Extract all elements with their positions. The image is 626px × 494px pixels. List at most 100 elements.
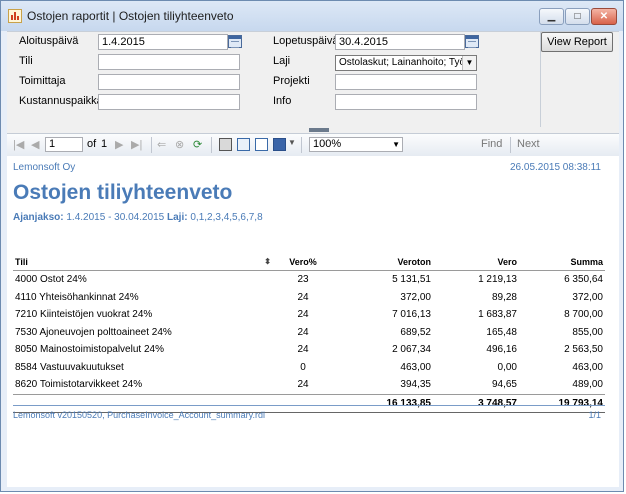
next-page-icon[interactable]: ▶: [115, 138, 123, 151]
close-button[interactable]: ✕: [591, 8, 617, 25]
report-period: Ajanjakso: 1.4.2015 - 30.04.2015 Laji: 0…: [13, 212, 263, 223]
first-page-icon[interactable]: |◀: [13, 138, 24, 151]
footer-divider: [13, 405, 605, 406]
params-splitter[interactable]: [7, 127, 619, 134]
refresh-icon[interactable]: ⟳: [193, 138, 202, 151]
cell-account: 7530 Ajoneuvojen polttoaineet 24%: [15, 326, 172, 338]
print-icon[interactable]: [219, 138, 232, 151]
back-icon[interactable]: ⇐: [157, 138, 166, 151]
view-report-button[interactable]: View Report: [541, 32, 613, 52]
end-calendar-icon[interactable]: [465, 35, 479, 48]
footer-version: Lemonsoft v20150520, PurchaseInvoice_Acc…: [13, 410, 265, 420]
type-filter-label: Laji:: [167, 212, 188, 223]
period-value: 1.4.2015 - 30.04.2015: [66, 212, 165, 223]
type-label: Laji: [273, 55, 291, 67]
cell-total: 463,00: [572, 361, 603, 373]
cost-center-input[interactable]: [98, 94, 240, 110]
cell-account: 4000 Ostot 24%: [15, 274, 87, 286]
export-dropdown-icon[interactable]: ▼: [288, 138, 296, 147]
cell-vat-percent: 24: [297, 291, 309, 303]
account-input[interactable]: [98, 54, 240, 70]
print-layout-icon[interactable]: [237, 138, 250, 151]
cell-net: 463,00: [400, 361, 431, 373]
title-bar: Ostojen raportit | Ostojen tiliyhteenvet…: [1, 1, 623, 31]
report-body: Lemonsoft Oy 26.05.2015 08:38:11 Ostojen…: [7, 156, 619, 487]
toolbar-separator: [211, 137, 212, 153]
cell-account: 4110 Yhteisöhankinnat 24%: [15, 291, 139, 303]
zoom-select[interactable]: 100% ▼: [309, 137, 403, 152]
chevron-down-icon: ▼: [392, 140, 400, 149]
col-header-vat: Vero: [433, 253, 519, 271]
report-toolbar: |◀ ◀ 1 of 1 ▶ ▶| ⇐ ⊗ ⟳ ▼ 100% ▼ Find Nex…: [7, 134, 619, 157]
parameters-panel: Aloituspäivä 1.4.2015 Lopetuspäivä 30.4.…: [7, 31, 619, 128]
cell-total: 6 350,64: [564, 274, 603, 286]
cell-account: 7210 Kiinteistöjen vuokrat 24%: [15, 309, 153, 321]
cell-vat-percent: 24: [297, 326, 309, 338]
start-date-label: Aloituspäivä: [19, 35, 79, 47]
app-chart-icon: [8, 9, 22, 23]
start-date-input[interactable]: 1.4.2015: [98, 34, 228, 50]
type-select[interactable]: Ostolaskut; Lainanhoito; Työna ▼: [335, 55, 477, 71]
start-calendar-icon[interactable]: [228, 35, 242, 48]
table-row: 4110 Yhteisöhankinnat 24% 24 372,00 89,2…: [13, 289, 605, 307]
account-summary-table: Tili ⬍ Vero% Veroton Vero Summa 4000 Ost…: [13, 253, 605, 413]
minimize-button[interactable]: ▁: [539, 8, 564, 25]
window-title: Ostojen raportit | Ostojen tiliyhteenvet…: [27, 9, 234, 23]
cell-total: 855,00: [572, 326, 603, 338]
table-row: 8050 Mainostoimistopalvelut 24% 24 2 067…: [13, 341, 605, 359]
table-row: 4000 Ostot 24% 23 5 131,51 1 219,13 6 35…: [13, 271, 605, 289]
col-header-account[interactable]: Tili ⬍: [13, 253, 273, 271]
cell-total: 372,00: [572, 291, 603, 303]
cell-account: 8620 Toimistotarvikkeet 24%: [15, 379, 143, 391]
cell-net: 5 131,51: [392, 274, 431, 286]
toolbar-separator: [301, 137, 302, 153]
supplier-input[interactable]: [98, 74, 240, 90]
report-datetime: 26.05.2015 08:38:11: [509, 162, 601, 173]
toolbar-separator: [510, 137, 511, 153]
cell-vat: 94,65: [491, 379, 517, 391]
cell-vat: 496,16: [486, 344, 517, 356]
cell-vat-percent: 23: [297, 274, 309, 286]
cell-vat: 1 683,87: [478, 309, 517, 321]
export-icon[interactable]: [273, 138, 286, 151]
page-setup-icon[interactable]: [255, 138, 268, 151]
project-label: Projekti: [273, 75, 310, 87]
col-header-net: Veroton: [333, 253, 433, 271]
cell-empty: [273, 393, 333, 413]
col-header-total: Summa: [519, 253, 605, 271]
table-row: 8584 Vastuuvakuutukset 0 463,00 0,00 463…: [13, 359, 605, 377]
cell-vat-percent: 24: [297, 379, 309, 391]
period-label: Ajanjakso:: [13, 212, 64, 223]
maximize-button[interactable]: □: [565, 8, 590, 25]
end-date-input[interactable]: 30.4.2015: [335, 34, 465, 50]
cell-total: 8 700,00: [564, 309, 603, 321]
col-header-account-label: Tili: [15, 256, 28, 267]
table-row: 7210 Kiinteistöjen vuokrat 24% 24 7 016,…: [13, 306, 605, 324]
last-page-icon[interactable]: ▶|: [131, 138, 142, 151]
find-link[interactable]: Find: [481, 138, 502, 150]
table-row: 8620 Toimistotarvikkeet 24% 24 394,35 94…: [13, 376, 605, 394]
report-title: Ostojen tiliyhteenveto: [13, 181, 233, 204]
chevron-down-icon: ▼: [462, 56, 476, 70]
total-vat: 3 748,57: [433, 393, 519, 413]
cell-vat: 0,00: [497, 361, 517, 373]
collapse-handle-icon[interactable]: [309, 128, 329, 132]
cell-net: 689,52: [400, 326, 431, 338]
cell-vat-percent: 24: [297, 344, 309, 356]
toolbar-separator: [151, 137, 152, 153]
sort-icon[interactable]: ⬍: [264, 257, 271, 266]
report-window: Ostojen raportit | Ostojen tiliyhteenvet…: [0, 0, 624, 492]
account-label: Tili: [19, 55, 33, 67]
cell-vat: 165,48: [486, 326, 517, 338]
cell-vat: 1 219,13: [478, 274, 517, 286]
cell-account: 8584 Vastuuvakuutukset: [15, 361, 124, 373]
cell-net: 7 016,13: [392, 309, 431, 321]
info-input[interactable]: [335, 94, 477, 110]
cell-total: 489,00: [572, 379, 603, 391]
previous-page-icon[interactable]: ◀: [31, 138, 39, 151]
current-page-input[interactable]: 1: [45, 137, 83, 152]
next-link[interactable]: Next: [517, 138, 540, 150]
stop-icon[interactable]: ⊗: [175, 138, 184, 151]
project-input[interactable]: [335, 74, 477, 90]
cell-net: 394,35: [400, 379, 431, 391]
